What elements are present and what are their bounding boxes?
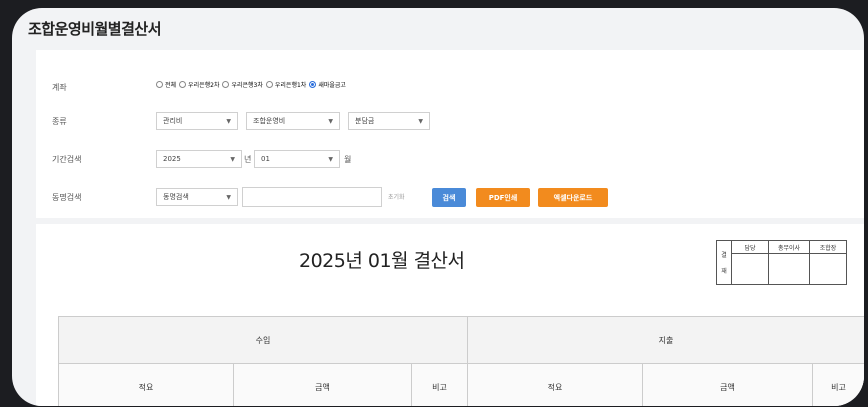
radio-all[interactable]: 전체 (156, 80, 176, 89)
excel-download-button[interactable]: 엑셀다운로드 (538, 188, 608, 207)
radio-circle-selected[interactable] (309, 81, 317, 88)
chevron-down-icon: ▼ (226, 117, 231, 125)
column-header: 금액 (642, 363, 814, 406)
category-select-2[interactable]: 조합운영비 ▼ (246, 112, 340, 130)
period-label: 기간검색 (52, 155, 82, 164)
select-value: 관리비 (163, 117, 183, 125)
radio-woori-3[interactable]: 우리은행3차 (222, 80, 263, 89)
pdf-print-button[interactable]: PDF인쇄 (476, 188, 530, 207)
approval-header: 담당 (731, 240, 769, 254)
radio-label: 우리은행1차 (274, 82, 307, 89)
chevron-down-icon: ▼ (226, 193, 231, 201)
radio-saemaeul[interactable]: 새마을금고 (309, 80, 346, 89)
approval-sign-cell (809, 253, 847, 285)
account-radio-group: 전체 우리은행2차 우리은행3차 우리은행1차 새마을금고 (156, 80, 346, 89)
approval-side-text: 재 (721, 268, 727, 275)
member-search-select[interactable]: 동명검색 ▼ (156, 188, 238, 206)
chevron-down-icon: ▼ (230, 155, 235, 163)
radio-label: 우리은행2차 (188, 82, 220, 89)
chevron-down-icon: ▼ (328, 155, 333, 163)
chevron-down-icon: ▼ (328, 117, 333, 125)
search-button[interactable]: 검색 (432, 188, 466, 207)
reset-link[interactable]: 초기화 (388, 192, 405, 201)
column-header: 비고 (812, 363, 864, 406)
page-title: 조합운영비월별결산서 (28, 20, 162, 38)
radio-circle[interactable] (222, 81, 230, 88)
radio-label: 우리은행3차 (231, 82, 263, 89)
select-value: 동명검색 (163, 193, 189, 201)
category-select-1[interactable]: 관리비 ▼ (156, 112, 238, 130)
settlement-table: 수입 지출 적요 금액 비고 적요 금액 비고 (57, 316, 864, 406)
member-search-input[interactable] (242, 187, 382, 207)
sheet-title: 2025년 01월 결산서 (299, 250, 465, 272)
radio-label: 전체 (165, 82, 177, 89)
select-value: 조합운영비 (253, 117, 286, 125)
window: 조합운영비월별결산서 계좌 전체 우리은행2차 우리은행3차 우리은행1차 새마… (12, 8, 864, 406)
radio-woori-1[interactable]: 우리은행1차 (265, 80, 307, 89)
approval-side-text: 결 (721, 252, 727, 259)
search-filter-panel: 계좌 전체 우리은행2차 우리은행3차 우리은행1차 새마을금고 종류 관리비 ▼… (36, 50, 864, 218)
month-select[interactable]: 01 ▼ (254, 150, 340, 168)
radio-circle[interactable] (156, 81, 163, 88)
chevron-down-icon: ▼ (418, 117, 423, 125)
radio-circle[interactable] (179, 81, 187, 88)
approval-header: 조합장 (809, 240, 847, 254)
year-unit: 년 (244, 155, 252, 164)
expense-header: 지출 (467, 316, 864, 364)
approval-side-label: 결재 (716, 240, 732, 285)
income-header: 수입 (57, 316, 469, 364)
settlement-sheet: 2025년 01월 결산서 결재 담당 총무이사 조합장 수입 지출 적요 금액… (36, 224, 864, 406)
month-unit: 월 (344, 155, 352, 164)
category-label: 종류 (52, 117, 67, 126)
column-header: 적요 (58, 363, 234, 406)
radio-label: 새마을금고 (318, 82, 346, 89)
approval-header: 총무이사 (768, 240, 810, 254)
year-select[interactable]: 2025 ▼ (156, 150, 242, 168)
select-value: 분담금 (355, 117, 375, 125)
column-header: 비고 (410, 363, 469, 406)
approval-sign-cell (731, 253, 769, 285)
approval-sign-cell (768, 253, 810, 285)
select-value: 01 (261, 155, 270, 163)
column-header: 적요 (467, 363, 644, 406)
radio-woori-2[interactable]: 우리은행2차 (179, 80, 219, 89)
account-label: 계좌 (52, 83, 67, 92)
select-value: 2025 (163, 155, 181, 163)
member-search-label: 동명검색 (52, 193, 82, 202)
category-select-3[interactable]: 분담금 ▼ (348, 112, 430, 130)
column-header: 금액 (233, 363, 412, 406)
radio-circle[interactable] (265, 81, 273, 88)
approval-box: 결재 담당 총무이사 조합장 (716, 240, 847, 285)
